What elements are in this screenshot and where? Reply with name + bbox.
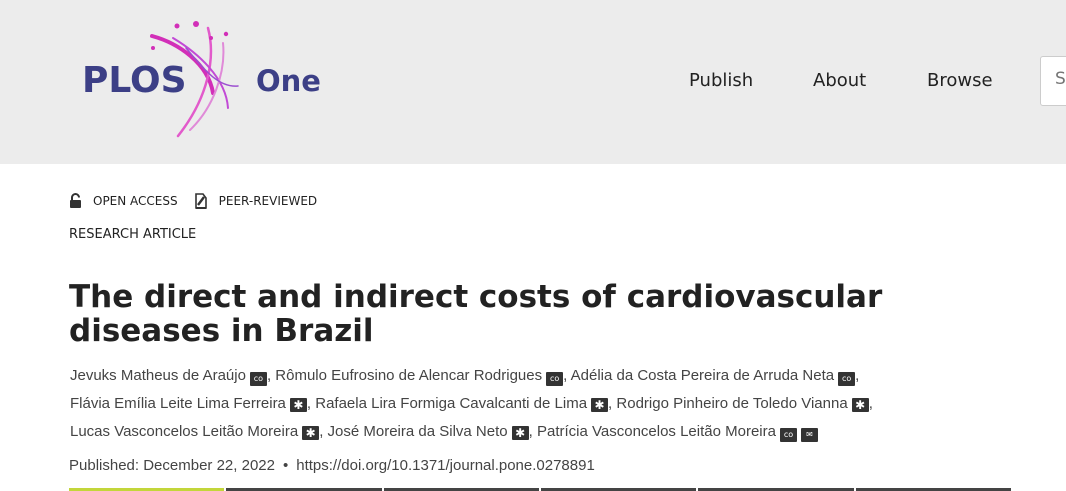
plos-one-logo[interactable]: PLOS One: [78, 18, 338, 143]
author-name[interactable]: Rodrigo Pinheiro de Toledo Vianna: [616, 395, 847, 412]
open-lock-icon: [70, 193, 81, 208]
author-name[interactable]: Lucas Vasconcelos Leitão Moreira: [70, 423, 298, 440]
open-access-label: OPEN ACCESS: [93, 193, 178, 208]
author-name[interactable]: José Moreira da Silva Neto: [328, 423, 508, 440]
peer-reviewed-label: PEER-REVIEWED: [218, 193, 318, 208]
contributed-equally-icon[interactable]: co: [546, 372, 564, 386]
logo-plos-text: PLOS: [82, 60, 187, 101]
author-name[interactable]: Rômulo Eufrosino de Alencar Rodrigues: [275, 367, 542, 384]
publication-meta: Published: December 22, 2022 • https://doi…: [69, 457, 595, 474]
email-icon[interactable]: ✉: [800, 428, 818, 442]
peer-review-icon: [194, 193, 207, 209]
author-name[interactable]: Flávia Emília Leite Lima Ferreira: [70, 395, 286, 412]
author-item[interactable]: José Moreira da Silva Neto ✱: [328, 423, 529, 440]
site-header: PLOS One Publish About Browse: [0, 0, 1066, 164]
logo-one-text: One: [256, 64, 321, 98]
search-input[interactable]: [1041, 57, 1066, 89]
author-item[interactable]: Lucas Vasconcelos Leitão Moreira ✱: [70, 423, 320, 440]
peer-reviewed-badge[interactable]: PEER-REVIEWED: [194, 192, 318, 209]
author-list: Jevuks Matheus de Araújo co, Rômulo Eufro…: [70, 367, 873, 442]
asterisk-icon[interactable]: ✱: [289, 398, 307, 412]
author-item[interactable]: Rômulo Eufrosino de Alencar Rodrigues co: [275, 367, 564, 386]
article-badges: OPEN ACCESS PEER-REVIEWED: [69, 192, 333, 209]
nav-about[interactable]: About: [813, 70, 866, 91]
open-access-badge[interactable]: OPEN ACCESS: [69, 193, 178, 208]
author-item[interactable]: Jevuks Matheus de Araújo co: [70, 367, 267, 386]
contributed-equally-icon[interactable]: co: [838, 372, 856, 386]
separator-dot: •: [282, 457, 289, 474]
asterisk-icon[interactable]: ✱: [591, 398, 609, 412]
asterisk-icon[interactable]: ✱: [511, 426, 529, 440]
author-name[interactable]: Adélia da Costa Pereira de Arruda Neta: [571, 367, 835, 384]
nav-publish[interactable]: Publish: [689, 70, 753, 91]
search-box[interactable]: [1040, 56, 1066, 106]
published-date: Published: December 22, 2022: [69, 457, 275, 474]
article-title: The direct and indirect costs of cardiov…: [69, 279, 883, 349]
contributed-equally-icon[interactable]: co: [249, 372, 267, 386]
author-item[interactable]: Adélia da Costa Pereira de Arruda Neta co: [571, 367, 856, 386]
article-type: RESEARCH ARTICLE: [69, 227, 197, 242]
author-name[interactable]: Rafaela Lira Formiga Cavalcanti de Lima: [315, 395, 587, 412]
author-item[interactable]: Rodrigo Pinheiro de Toledo Vianna ✱: [616, 395, 869, 412]
author-name[interactable]: Patrícia Vasconcelos Leitão Moreira: [537, 423, 776, 440]
doi-link[interactable]: https://doi.org/10.1371/journal.pone.027…: [296, 457, 595, 474]
asterisk-icon[interactable]: ✱: [851, 398, 869, 412]
nav-browse[interactable]: Browse: [927, 70, 993, 91]
asterisk-icon[interactable]: ✱: [302, 426, 320, 440]
contributed-equally-icon[interactable]: co: [779, 428, 797, 442]
author-item[interactable]: Rafaela Lira Formiga Cavalcanti de Lima ✱: [315, 395, 609, 412]
author-item[interactable]: Flávia Emília Leite Lima Ferreira ✱: [70, 395, 307, 412]
author-item[interactable]: Patrícia Vasconcelos Leitão Moreira co ✉: [537, 423, 818, 442]
author-name[interactable]: Jevuks Matheus de Araújo: [70, 367, 246, 384]
